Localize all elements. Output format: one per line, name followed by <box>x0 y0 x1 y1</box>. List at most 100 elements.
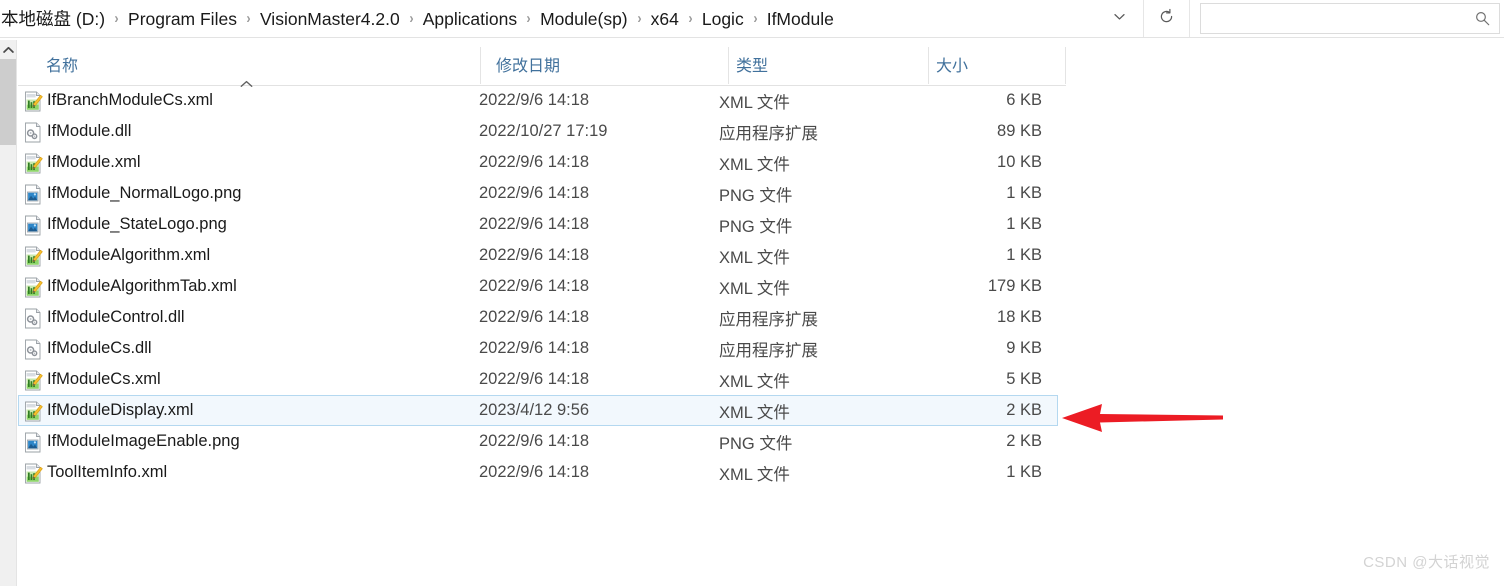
breadcrumb-separator-icon: › <box>688 9 693 27</box>
file-date-cell: 2022/9/6 14:18 <box>479 308 590 326</box>
table-row[interactable]: IfModuleImageEnable.png 2022/9/6 14:18 PNG… <box>18 426 1058 457</box>
dll-file-icon <box>23 308 43 329</box>
file-name-cell: ToolItemInfo.xml <box>47 463 168 481</box>
file-date-cell: 2022/9/6 14:18 <box>479 370 590 388</box>
file-size-cell: 5 KB <box>1006 370 1042 388</box>
scrollbar-thumb[interactable] <box>0 59 16 145</box>
file-name-cell: IfBranchModuleCs.xml <box>47 91 213 109</box>
file-name-cell: IfModuleImageEnable.png <box>47 432 240 450</box>
file-size-cell: 6 KB <box>1006 91 1042 109</box>
table-row[interactable]: IfModule.xml 2022/9/6 14:18 XML 文件 10 KB <box>18 147 1058 178</box>
file-date-cell: 2022/9/6 14:18 <box>479 246 590 264</box>
file-type-cell: 应用程序扩展 <box>719 124 818 143</box>
dll-file-icon <box>23 122 43 143</box>
file-type-cell: PNG 文件 <box>719 186 793 205</box>
file-size-cell: 10 KB <box>997 153 1042 171</box>
table-row[interactable]: IfModule.dll 2022/10/27 17:19 应用程序扩展 89 KB <box>18 116 1058 147</box>
table-row[interactable]: IfModule_StateLogo.png 2022/9/6 14:18 PNG … <box>18 209 1058 240</box>
xml-file-icon <box>23 463 43 484</box>
breadcrumb-separator-icon: › <box>753 9 758 27</box>
column-header-size-label: 大小 <box>936 58 969 75</box>
dll-file-icon <box>23 339 43 360</box>
table-row[interactable]: IfBranchModuleCs.xml 2022/9/6 14:18 XML 文件… <box>18 85 1058 116</box>
xml-file-icon <box>23 153 43 174</box>
png-file-icon <box>23 215 43 236</box>
search-icon[interactable] <box>1465 10 1499 27</box>
table-row[interactable]: ToolItemInfo.xml 2022/9/6 14:18 XML 文件 1 KB <box>18 457 1058 488</box>
file-size-cell: 1 KB <box>1006 184 1042 202</box>
file-list-pane: 名称 修改日期 类型 大小 IfBranchModuleCs.xml 2022/9… <box>18 40 1504 586</box>
scrollbar-up-arrow[interactable] <box>0 40 16 59</box>
file-size-cell: 89 KB <box>997 122 1042 140</box>
file-type-cell: PNG 文件 <box>719 217 793 236</box>
table-row[interactable]: IfModuleDisplay.xml 2023/4/12 9:56 XML 文件 2… <box>18 395 1058 426</box>
file-size-cell: 18 KB <box>997 308 1042 326</box>
file-type-cell: XML 文件 <box>719 155 790 174</box>
file-date-cell: 2022/9/6 14:18 <box>479 339 590 357</box>
file-date-cell: 2023/4/12 9:56 <box>479 401 590 419</box>
file-rows: IfBranchModuleCs.xml 2022/9/6 14:18 XML 文件… <box>18 85 1504 488</box>
file-name-cell: IfModuleAlgorithmTab.xml <box>47 277 237 295</box>
column-divider-1[interactable] <box>480 47 481 84</box>
file-size-cell: 1 KB <box>1006 215 1042 233</box>
file-date-cell: 2022/9/6 14:18 <box>479 91 590 109</box>
column-header-name[interactable]: 名称 <box>46 40 476 84</box>
file-date-cell: 2022/10/27 17:19 <box>479 122 608 140</box>
xml-file-icon <box>23 370 43 391</box>
breadcrumb-separator-icon: › <box>409 9 414 27</box>
file-size-cell: 179 KB <box>987 277 1042 295</box>
file-size-cell: 2 KB <box>1006 432 1042 450</box>
search-input[interactable] <box>1201 3 1465 34</box>
breadcrumb-separator-icon: › <box>114 9 119 27</box>
breadcrumb-item-2[interactable]: VisionMaster4.2.0 <box>256 6 404 32</box>
vertical-scrollbar[interactable] <box>0 40 17 586</box>
column-divider-3[interactable] <box>928 47 929 84</box>
xml-file-icon <box>23 91 43 112</box>
file-size-cell: 2 KB <box>1006 401 1042 419</box>
column-divider-4[interactable] <box>1065 47 1066 84</box>
refresh-button[interactable] <box>1143 0 1190 37</box>
file-name-cell: IfModuleCs.xml <box>47 370 161 388</box>
history-dropdown-button[interactable] <box>1096 0 1142 37</box>
breadcrumb-item-3[interactable]: Applications <box>419 6 521 32</box>
breadcrumb-item-1[interactable]: Program Files <box>124 6 241 32</box>
breadcrumb-item-5[interactable]: x64 <box>647 6 683 32</box>
breadcrumb-item-6[interactable]: Logic <box>698 6 748 32</box>
chevron-down-icon <box>1112 9 1127 29</box>
breadcrumb-item-4[interactable]: Module(sp) <box>536 6 632 32</box>
breadcrumb-item-0[interactable]: 本地磁盘 (D:) <box>0 6 109 32</box>
breadcrumb-item-7[interactable]: IfModule <box>763 6 838 32</box>
table-row[interactable]: IfModuleControl.dll 2022/9/6 14:18 应用程序扩展 1… <box>18 302 1058 333</box>
file-size-cell: 1 KB <box>1006 463 1042 481</box>
breadcrumb-separator-icon: › <box>246 9 251 27</box>
column-divider-2[interactable] <box>728 47 729 84</box>
file-size-cell: 9 KB <box>1006 339 1042 357</box>
breadcrumb[interactable]: 本地磁盘 (D:) › Program Files › VisionMaster4.2.… <box>0 0 1140 37</box>
file-name-cell: IfModuleControl.dll <box>47 308 185 326</box>
file-type-cell: PNG 文件 <box>719 434 793 453</box>
png-file-icon <box>23 432 43 453</box>
column-header-name-label: 名称 <box>46 58 79 75</box>
file-name-cell: IfModule.dll <box>47 122 132 140</box>
column-header-date[interactable]: 修改日期 <box>496 40 736 84</box>
file-name-cell: IfModuleCs.dll <box>47 339 152 357</box>
file-name-cell: IfModuleAlgorithm.xml <box>47 246 211 264</box>
file-date-cell: 2022/9/6 14:18 <box>479 463 590 481</box>
breadcrumb-separator-icon: › <box>526 9 531 27</box>
table-row[interactable]: IfModule_NormalLogo.png 2022/9/6 14:18 PNG… <box>18 178 1058 209</box>
xml-file-icon <box>23 246 43 267</box>
table-row[interactable]: IfModuleCs.dll 2022/9/6 14:18 应用程序扩展 9 KB <box>18 333 1058 364</box>
column-header-size[interactable]: 大小 <box>936 40 1061 84</box>
file-type-cell: 应用程序扩展 <box>719 341 818 360</box>
file-name-cell: IfModule_StateLogo.png <box>47 215 227 233</box>
table-row[interactable]: IfModuleCs.xml 2022/9/6 14:18 XML 文件 5 KB <box>18 364 1058 395</box>
column-header-type[interactable]: 类型 <box>736 40 926 84</box>
file-type-cell: XML 文件 <box>719 248 790 267</box>
watermark: CSDN @大话视觉 <box>1363 554 1490 571</box>
search-box[interactable] <box>1200 3 1500 34</box>
column-header-row: 名称 修改日期 类型 大小 <box>18 40 1066 87</box>
file-date-cell: 2022/9/6 14:18 <box>479 184 590 202</box>
table-row[interactable]: IfModuleAlgorithmTab.xml 2022/9/6 14:18 XM… <box>18 271 1058 302</box>
table-row[interactable]: IfModuleAlgorithm.xml 2022/9/6 14:18 XML 文… <box>18 240 1058 271</box>
file-date-cell: 2022/9/6 14:18 <box>479 215 590 233</box>
